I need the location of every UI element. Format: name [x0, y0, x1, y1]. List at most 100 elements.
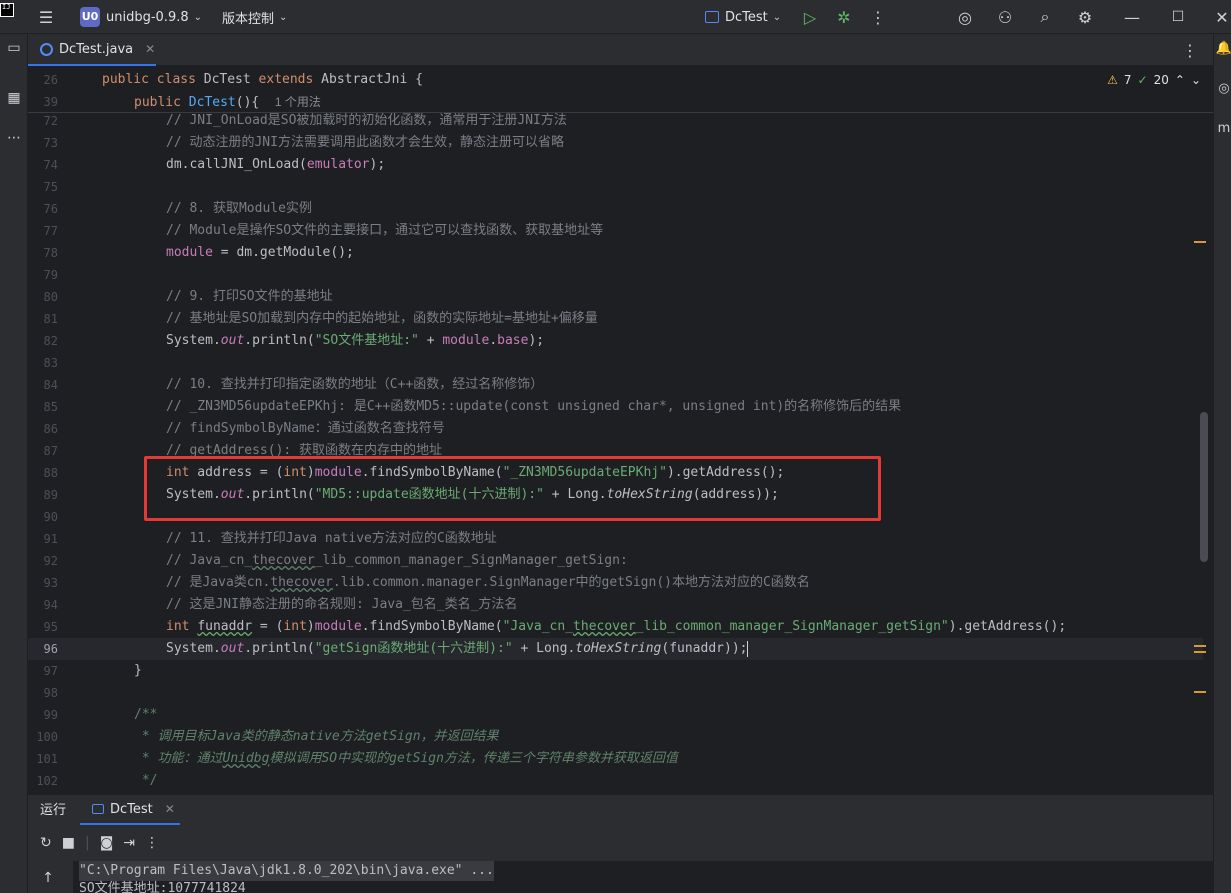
camera-icon[interactable]: ◙: [100, 835, 114, 851]
line-number: 87: [43, 444, 58, 458]
static-field: out: [220, 641, 245, 656]
line-number: 84: [43, 378, 58, 392]
code-line[interactable]: // 10. 查找并打印指定函数的地址（C++函数，经过名称修饰）: [166, 374, 543, 396]
constructor-name: DcTest: [188, 95, 236, 110]
code-line[interactable]: // 是Java类cn.thecover.lib.common.manager.…: [166, 572, 810, 594]
code-line[interactable]: }: [134, 660, 142, 682]
minimize-icon[interactable]: —: [1118, 0, 1146, 34]
code-line[interactable]: // findSymbolByName：通过函数名查找符号: [166, 418, 445, 440]
sticky-line-constructor[interactable]: public DcTest(){ 1 个用法: [134, 91, 321, 113]
folder-icon[interactable]: ▭: [0, 34, 28, 62]
sticky-line-class[interactable]: public class DcTest extends AbstractJni …: [102, 69, 423, 91]
left-tool-strip: ▭ ▦ ⋯: [0, 34, 28, 893]
stop-icon[interactable]: ■: [62, 835, 75, 851]
console-output[interactable]: "C:\Program Files\Java\jdk1.8.0_202\bin\…: [73, 861, 1213, 893]
code-line[interactable]: // 8. 获取Module实例: [166, 198, 312, 220]
code-line[interactable]: // _ZN3MD56updateEPKhj: 是C++函数MD5::updat…: [166, 396, 901, 418]
editor-tab-bar: DcTest.java ✕ ⋮: [28, 34, 1213, 66]
code-line[interactable]: // 11. 查找并打印Java native方法对应的C函数地址: [166, 528, 497, 550]
code-text: +: [418, 333, 443, 348]
maximize-icon[interactable]: ☐: [1164, 0, 1192, 34]
more-tools-icon[interactable]: ⋯: [0, 124, 28, 152]
scroll-up-icon[interactable]: ↑: [34, 867, 62, 889]
chevron-down-icon: ⌄: [193, 11, 203, 23]
line-number: 101: [36, 752, 58, 766]
notifications-icon[interactable]: 🔔: [1210, 34, 1231, 62]
doc-text: 模拟调用SO中实现的getSign方法，传递三个字符串参数并获取返回值: [269, 751, 678, 766]
code-line[interactable]: // 动态注册的JNI方法需要调用此函数才会生效，静态注册可以省略: [166, 132, 564, 154]
search-icon[interactable]: ⌕: [1031, 0, 1059, 34]
code-text: System.: [166, 641, 221, 656]
tab-options-icon[interactable]: ⋮: [1176, 34, 1204, 66]
comment-text: .lib.common.manager.SignManager中的getSign…: [332, 575, 810, 590]
line-number: 74: [43, 158, 58, 172]
line-number: 89: [43, 488, 58, 502]
chevron-up-icon[interactable]: ⌃: [1175, 73, 1185, 87]
line-number: 94: [43, 598, 58, 612]
string-literal: thecover: [573, 619, 636, 634]
code-line[interactable]: // 这是JNI静态注册的命名规则: Java_包名_类名_方法名: [166, 594, 517, 616]
doc-text: 调用目标Java类的静态native方法getSign，并返回结果: [157, 729, 499, 744]
maven-icon[interactable]: m: [1210, 114, 1231, 142]
ai-assistant-icon[interactable]: ◎: [951, 0, 979, 34]
code-line[interactable]: dm.callJNI_OnLoad(emulator);: [166, 154, 385, 176]
more-icon[interactable]: ⋮: [145, 835, 159, 851]
code-line[interactable]: // JNI_OnLoad是SO被加载时的初始化函数，通常用于注册JNI方法: [166, 110, 567, 132]
ai-icon[interactable]: ◎: [1210, 74, 1231, 102]
inspection-widget[interactable]: ⚠ 7 ✓ 20 ⌃ ⌄: [1107, 73, 1201, 87]
code-line[interactable]: // 基地址是SO加载到内存中的起始地址，函数的实际地址=基地址+偏移量: [166, 308, 598, 330]
usage-hint[interactable]: 1 个用法: [275, 95, 321, 109]
project-badge: U0: [80, 7, 100, 27]
debug-icon[interactable]: ✲: [830, 0, 858, 34]
code-line[interactable]: // Java_cn_thecover_lib_common_manager_S…: [166, 550, 628, 572]
run-tab-dctest[interactable]: DcTest ✕: [80, 795, 180, 825]
tab-dctest-java[interactable]: DcTest.java ✕: [28, 34, 156, 66]
warning-marker[interactable]: [1194, 691, 1206, 693]
code-line[interactable]: System.out.println("getSign函数地址(十六进制):" …: [166, 638, 749, 660]
code-line[interactable]: * 功能：通过Unidbg模拟调用SO中实现的getSign方法，传递三个字符串…: [134, 748, 678, 770]
main-menu-icon[interactable]: ☰: [32, 0, 60, 34]
sticky-scope-header: 26 public class DcTest extends AbstractJ…: [28, 67, 1213, 113]
code-line[interactable]: System.out.println("SO文件基地址:" + module.b…: [166, 330, 544, 352]
code-line[interactable]: /**: [134, 704, 157, 726]
run-icon[interactable]: ▷: [796, 0, 824, 34]
code-text: .: [489, 333, 498, 348]
rerun-icon[interactable]: ↻: [40, 835, 52, 851]
line-number: 79: [43, 268, 58, 282]
warning-count: 7: [1123, 73, 1132, 87]
warning-marker[interactable]: [1194, 645, 1206, 653]
field-ref: module: [442, 333, 490, 348]
code-line[interactable]: int funaddr = (int)module.findSymbolByNa…: [166, 616, 1066, 638]
export-icon[interactable]: ⇥: [123, 835, 135, 851]
code-line[interactable]: module = dm.getModule();: [166, 242, 354, 264]
close-icon[interactable]: ✕: [1208, 0, 1231, 34]
code-line[interactable]: * 调用目标Java类的静态native方法getSign，并返回结果: [134, 726, 499, 748]
vertical-scrollbar[interactable]: [1200, 412, 1208, 562]
line-number: 73: [43, 136, 58, 150]
gear-icon[interactable]: ⚙: [1071, 0, 1099, 34]
code-line[interactable]: // Module是操作SO文件的主要接口，通过它可以查找函数、获取基地址等: [166, 220, 603, 242]
line-number: 88: [43, 466, 58, 480]
close-icon[interactable]: ✕: [165, 802, 175, 816]
run-toolbar: ↻ ■ | ◙ ⇥ ⋮: [28, 829, 1213, 857]
vcs-selector[interactable]: 版本控制 ⌄: [222, 0, 287, 34]
code-editor[interactable]: 26 public class DcTest extends AbstractJ…: [28, 67, 1213, 794]
add-user-icon[interactable]: ⚇: [991, 0, 1019, 34]
structure-icon[interactable]: ▦: [0, 84, 28, 112]
code-text: .findSymbolByName(: [361, 619, 503, 634]
more-icon[interactable]: ⋮: [864, 0, 892, 34]
code-line[interactable]: // 9. 打印SO文件的基地址: [166, 286, 333, 308]
warning-marker[interactable]: [1194, 241, 1206, 243]
line-number: 90: [43, 510, 58, 524]
console-line: SO文件基地址:1077741824: [79, 881, 246, 893]
static-field: out: [220, 333, 245, 348]
line-number: 82: [43, 334, 58, 348]
field-ref: module: [166, 245, 213, 260]
chevron-down-icon[interactable]: ⌄: [1191, 73, 1201, 87]
code-line[interactable]: */: [134, 770, 158, 792]
run-config-selector[interactable]: DcTest ⌄: [705, 0, 781, 34]
vcs-label: 版本控制: [222, 11, 275, 27]
project-selector[interactable]: U0 unidbg-0.9.8 ⌄: [80, 0, 202, 34]
close-icon[interactable]: ✕: [145, 42, 155, 56]
line-number: 96: [43, 642, 58, 656]
